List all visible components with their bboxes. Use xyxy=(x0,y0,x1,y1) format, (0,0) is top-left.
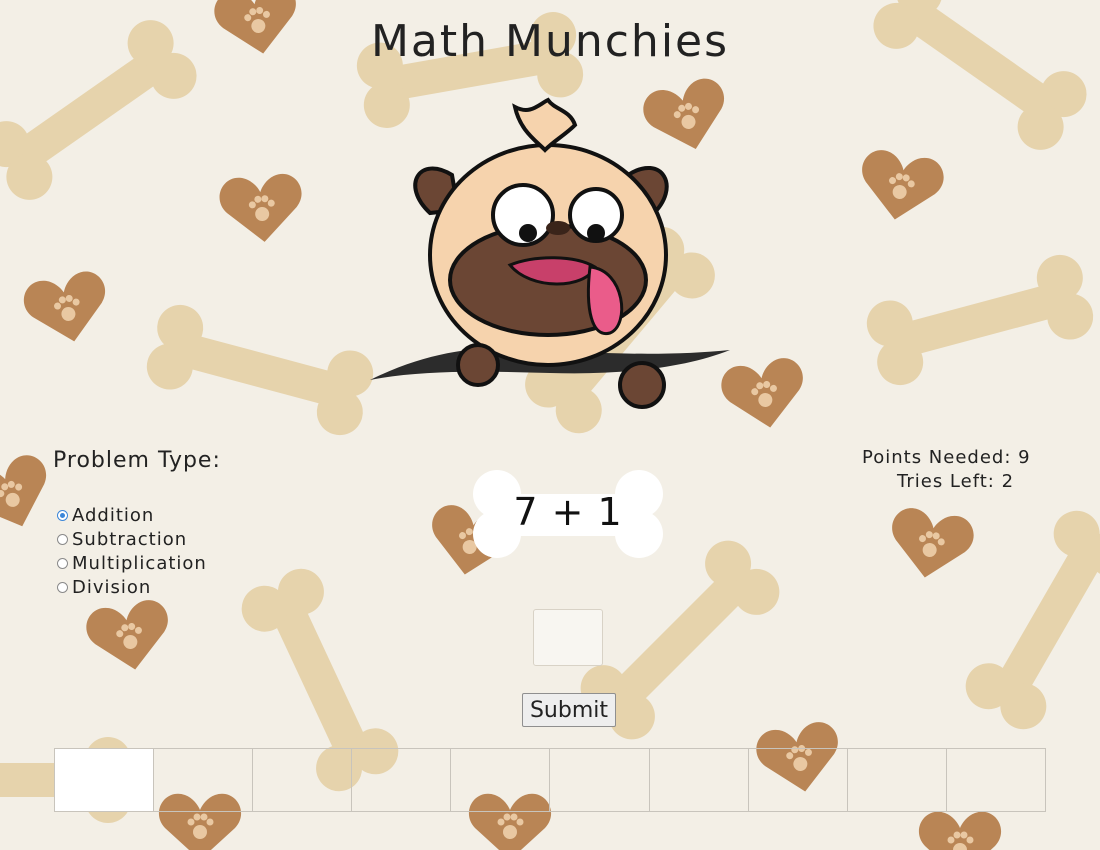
answer-input[interactable] xyxy=(533,609,603,666)
radio-addition[interactable] xyxy=(57,509,68,521)
option-label: Multiplication xyxy=(72,552,207,574)
submit-button[interactable]: Submit xyxy=(522,693,616,727)
progress-cell xyxy=(848,749,947,811)
progress-cell xyxy=(947,749,1045,811)
progress-cell xyxy=(253,749,353,811)
problem-type-options: Addition Subtraction Multiplication Divi… xyxy=(57,503,207,599)
option-label: Addition xyxy=(72,504,155,526)
progress-cell xyxy=(650,749,749,811)
progress-track xyxy=(54,748,1046,812)
progress-cell xyxy=(749,749,848,811)
radio-subtraction[interactable] xyxy=(57,533,68,545)
radio-multiplication[interactable] xyxy=(57,557,68,569)
option-label: Division xyxy=(72,576,152,598)
progress-cell xyxy=(154,749,254,811)
points-needed: Points Needed: 9 xyxy=(862,447,1031,468)
option-subtraction[interactable]: Subtraction xyxy=(57,527,207,551)
problem-type-label: Problem Type: xyxy=(53,448,221,473)
option-addition[interactable]: Addition xyxy=(57,503,207,527)
option-multiplication[interactable]: Multiplication xyxy=(57,551,207,575)
problem-expression: 7 + 1 xyxy=(513,490,623,534)
option-label: Subtraction xyxy=(72,528,188,550)
progress-cell xyxy=(550,749,650,811)
tries-left: Tries Left: 2 xyxy=(897,471,1015,492)
progress-cell xyxy=(451,749,551,811)
progress-cell xyxy=(55,749,155,811)
page-title: Math Munchies xyxy=(370,16,730,67)
progress-cell xyxy=(352,749,452,811)
option-division[interactable]: Division xyxy=(57,575,207,599)
radio-division[interactable] xyxy=(57,581,68,593)
score-panel: Points Needed: 9 Tries Left: 2 xyxy=(862,446,1031,494)
pug-mascot-icon xyxy=(370,97,730,409)
